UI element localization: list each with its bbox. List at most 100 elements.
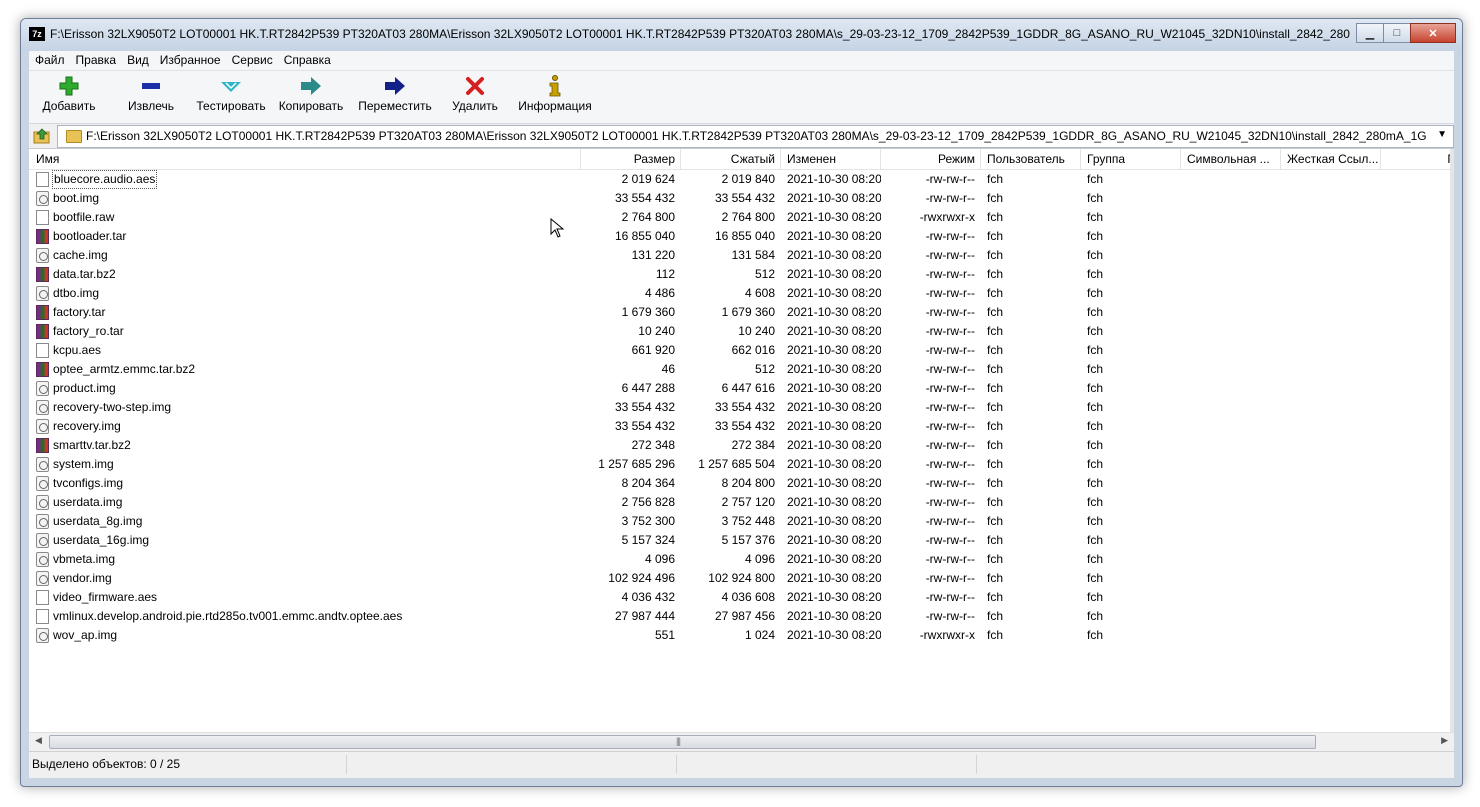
info-button[interactable]: Информация bbox=[517, 73, 593, 121]
move-button[interactable]: Переместить bbox=[355, 73, 435, 121]
close-button[interactable]: ✕ bbox=[1410, 23, 1456, 43]
dropdown-arrow-icon[interactable]: ▼ bbox=[1437, 129, 1447, 140]
scroll-left-icon[interactable]: ◀ bbox=[35, 735, 42, 746]
add-button[interactable]: Добавить bbox=[33, 73, 105, 121]
file-size: 1 679 360 bbox=[621, 305, 675, 319]
table-row[interactable]: video_firmware.aes 4 036 432 4 036 608 2021… bbox=[29, 588, 1454, 607]
table-row[interactable]: bootloader.tar 16 855 040 16 855 040 2021-1… bbox=[29, 227, 1454, 246]
file-size: 1 257 685 296 bbox=[598, 457, 675, 471]
selection-status: Выделено объектов: 0 / 25 bbox=[29, 755, 347, 774]
file-group: fch bbox=[1087, 552, 1104, 566]
test-button[interactable]: Тестировать bbox=[191, 73, 271, 121]
col-name[interactable]: Имя bbox=[29, 149, 581, 169]
delete-button[interactable]: Удалить bbox=[447, 73, 503, 121]
menu-file[interactable]: Файл bbox=[29, 51, 70, 67]
horizontal-scrollbar[interactable]: ◀ ||| ▶ bbox=[29, 732, 1454, 750]
title-bar[interactable]: 7z F:\Erisson 32LX9050T2 LOT00001 HK.T.R… bbox=[21, 19, 1462, 51]
table-row[interactable]: recovery.img 33 554 432 33 554 432 2021-10-… bbox=[29, 417, 1454, 436]
file-packed-size: 2 757 120 bbox=[721, 495, 775, 509]
file-packed-size: 4 608 bbox=[744, 286, 775, 300]
table-row[interactable]: tvconfigs.img 8 204 364 8 204 800 2021-10-3… bbox=[29, 474, 1454, 493]
address-field[interactable]: F:\Erisson 32LX9050T2 LOT00001 HK.T.RT28… bbox=[57, 125, 1454, 148]
file-modified: 2021-10-30 08:20 bbox=[787, 172, 881, 186]
disk-image-file-icon bbox=[36, 286, 49, 301]
file-modified: 2021-10-30 08:20 bbox=[787, 324, 881, 338]
table-row[interactable]: factory_ro.tar 10 240 10 240 2021-10-30 08:… bbox=[29, 322, 1454, 341]
file-icon bbox=[36, 210, 49, 225]
disk-image-file-icon bbox=[36, 571, 49, 586]
maximize-button[interactable]: □ bbox=[1383, 23, 1411, 43]
extract-button[interactable]: Извлечь bbox=[115, 73, 187, 121]
file-name: userdata_16g.img bbox=[53, 533, 150, 547]
address-path: F:\Erisson 32LX9050T2 LOT00001 HK.T.RT28… bbox=[86, 129, 1427, 143]
file-packed-size: 2 019 840 bbox=[721, 172, 775, 186]
file-packed-size: 8 204 800 bbox=[721, 476, 775, 490]
col-user[interactable]: Пользователь bbox=[981, 149, 1081, 169]
folder-up-icon[interactable] bbox=[33, 127, 51, 145]
menu-help[interactable]: Справка bbox=[278, 51, 336, 67]
file-packed-size: 27 987 456 bbox=[714, 609, 775, 623]
minimize-icon: ▁ bbox=[1365, 27, 1375, 40]
file-name: vbmeta.img bbox=[53, 552, 116, 566]
table-row[interactable]: vbmeta.img 4 096 4 096 2021-10-30 08:20 -rw-… bbox=[29, 550, 1454, 569]
file-group: fch bbox=[1087, 495, 1104, 509]
file-mode: -rw-rw-r-- bbox=[925, 229, 975, 243]
table-row[interactable]: bootfile.raw 2 764 800 2 764 800 2021-10-30… bbox=[29, 208, 1454, 227]
col-modified[interactable]: Изменен bbox=[781, 149, 881, 169]
file-modified: 2021-10-30 08:20 bbox=[787, 533, 881, 547]
menu-edit[interactable]: Правка bbox=[70, 51, 122, 67]
table-row[interactable]: userdata.img 2 756 828 2 757 120 2021-10-30… bbox=[29, 493, 1454, 512]
archive-window: 7z F:\Erisson 32LX9050T2 LOT00001 HK.T.R… bbox=[20, 18, 1463, 787]
table-row[interactable]: recovery-two-step.img 33 554 432 33 554 43… bbox=[29, 398, 1454, 417]
col-size[interactable]: Размер bbox=[581, 149, 681, 169]
menu-favorites[interactable]: Избранное bbox=[154, 51, 226, 67]
app-7z-icon: 7z bbox=[29, 27, 45, 41]
table-row[interactable]: cache.img 131 220 131 584 2021-10-30 08:20 -… bbox=[29, 246, 1454, 265]
file-group: fch bbox=[1087, 305, 1104, 319]
col-symlink[interactable]: Символьная ... bbox=[1181, 149, 1281, 169]
table-row[interactable]: wov_ap.img 551 1 024 2021-10-30 08:20 -rwxrw… bbox=[29, 626, 1454, 645]
col-hardlink[interactable]: Жесткая Ссыл... bbox=[1281, 149, 1381, 169]
copy-button[interactable]: Копировать bbox=[273, 73, 349, 121]
file-name: bootloader.tar bbox=[53, 229, 127, 243]
table-row[interactable]: system.img 1 257 685 296 1 257 685 504 2021… bbox=[29, 455, 1454, 474]
col-group[interactable]: Группа bbox=[1081, 149, 1181, 169]
file-packed-size: 1 679 360 bbox=[721, 305, 775, 319]
file-modified: 2021-10-30 08:20 bbox=[787, 609, 881, 623]
scroll-right-icon[interactable]: ▶ bbox=[1441, 735, 1448, 746]
file-modified: 2021-10-30 08:20 bbox=[787, 438, 881, 452]
menu-tools[interactable]: Сервис bbox=[226, 51, 278, 67]
table-row[interactable]: vmlinux.develop.android.pie.rtd285o.tv00… bbox=[29, 607, 1454, 626]
table-row[interactable]: data.tar.bz2 112 512 2021-10-30 08:20 -rw-rw… bbox=[29, 265, 1454, 284]
status-bar: Выделено объектов: 0 / 25 bbox=[29, 751, 1454, 778]
col-mode[interactable]: Режим bbox=[881, 149, 981, 169]
col-extra[interactable]: П bbox=[1381, 149, 1454, 169]
minimize-button[interactable]: ▁ bbox=[1356, 23, 1384, 43]
file-group: fch bbox=[1087, 571, 1104, 585]
table-row[interactable]: userdata_16g.img 5 157 324 5 157 376 2021-1… bbox=[29, 531, 1454, 550]
disk-image-file-icon bbox=[36, 628, 49, 643]
file-packed-size: 102 924 800 bbox=[708, 571, 775, 585]
table-row[interactable]: factory.tar 1 679 360 1 679 360 2021-10-30 … bbox=[29, 303, 1454, 322]
table-row[interactable]: dtbo.img 4 486 4 608 2021-10-30 08:20 -rw-rw… bbox=[29, 284, 1454, 303]
file-icon bbox=[36, 590, 49, 605]
table-row[interactable]: smarttv.tar.bz2 272 348 272 384 2021-10-30 … bbox=[29, 436, 1454, 455]
table-row[interactable]: userdata_8g.img 3 752 300 3 752 448 2021-10… bbox=[29, 512, 1454, 531]
table-row[interactable]: boot.img 33 554 432 33 554 432 2021-10-30 0… bbox=[29, 189, 1454, 208]
file-modified: 2021-10-30 08:20 bbox=[787, 400, 881, 414]
table-row[interactable]: vendor.img 102 924 496 102 924 800 2021-10-… bbox=[29, 569, 1454, 588]
vertical-scrollbar[interactable] bbox=[1450, 149, 1454, 732]
scroll-thumb[interactable]: ||| bbox=[49, 735, 1316, 749]
table-row[interactable]: kcpu.aes 661 920 662 016 2021-10-30 08:20 -r… bbox=[29, 341, 1454, 360]
file-user: fch bbox=[987, 609, 1004, 623]
file-name: smarttv.tar.bz2 bbox=[53, 438, 131, 452]
file-size: 551 bbox=[654, 628, 675, 642]
table-row[interactable]: optee_armtz.emmc.tar.bz2 46 512 2021-10-30 … bbox=[29, 360, 1454, 379]
disk-image-file-icon bbox=[36, 495, 49, 510]
check-icon bbox=[221, 82, 241, 92]
table-row[interactable]: bluecore.audio.aes 2 019 624 2 019 840 2021… bbox=[29, 170, 1454, 189]
file-user: fch bbox=[987, 324, 1004, 338]
col-packed[interactable]: Сжатый bbox=[681, 149, 781, 169]
table-row[interactable]: product.img 6 447 288 6 447 616 2021-10-30 … bbox=[29, 379, 1454, 398]
menu-view[interactable]: Вид bbox=[121, 51, 154, 67]
